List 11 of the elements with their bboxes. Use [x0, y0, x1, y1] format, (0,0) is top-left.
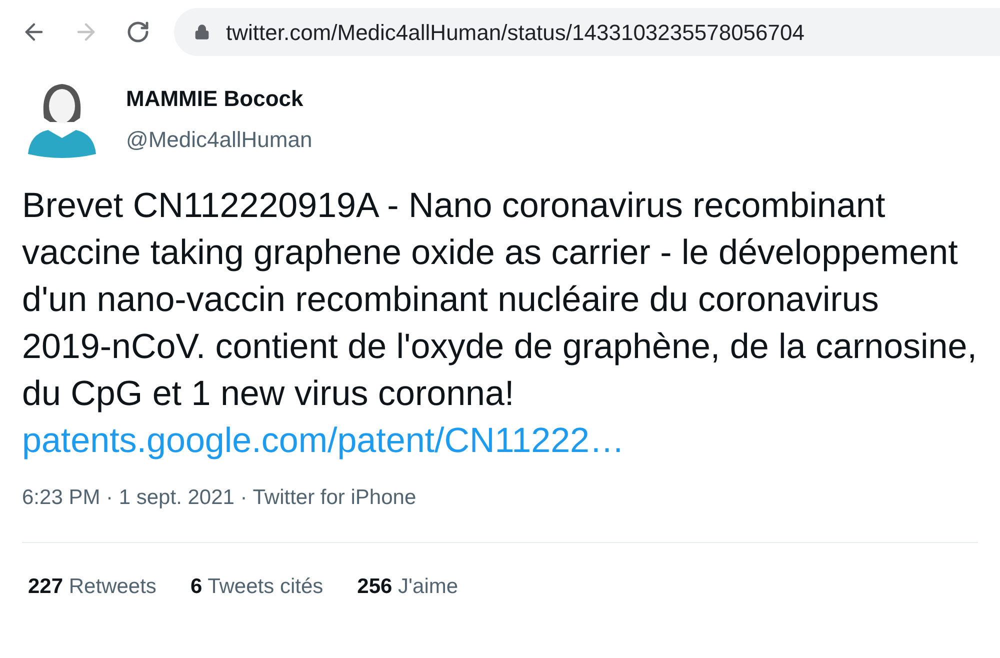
url-text: twitter.com/Medic4allHuman/status/1433103235578056704	[226, 18, 804, 46]
stat-link[interactable]: 256 J'aime	[357, 570, 458, 602]
tweet-meta: 6:23 PM · 1 sept. 2021 · Twitter for iPhone	[22, 485, 418, 511]
reload-icon	[126, 20, 150, 44]
stat-link[interactable]: 227 Retweets	[28, 570, 156, 602]
address-bar[interactable]: twitter.com/Medic4allHuman/status/1433103235578056704	[174, 8, 1000, 56]
tweet-text: Brevet CN112220919A - Nano coronavirus recombinant vaccine taking graphene oxide as carrier - le développement d'un nano-vaccin recombinant nucléaire du coronavirus 2019-nCoV. contient de l'oxyde de graphène, de la carnosine, du CpG et 1 new virus coronna! patents.google.com/patent/CN11222…	[22, 185, 977, 462]
user-handle[interactable]: @Medic4allHuman	[126, 123, 312, 156]
lock-icon	[194, 24, 210, 40]
user-name[interactable]: MAMMIE Bocock	[126, 82, 312, 115]
stat-link[interactable]: 6 Tweets cités	[190, 570, 324, 602]
